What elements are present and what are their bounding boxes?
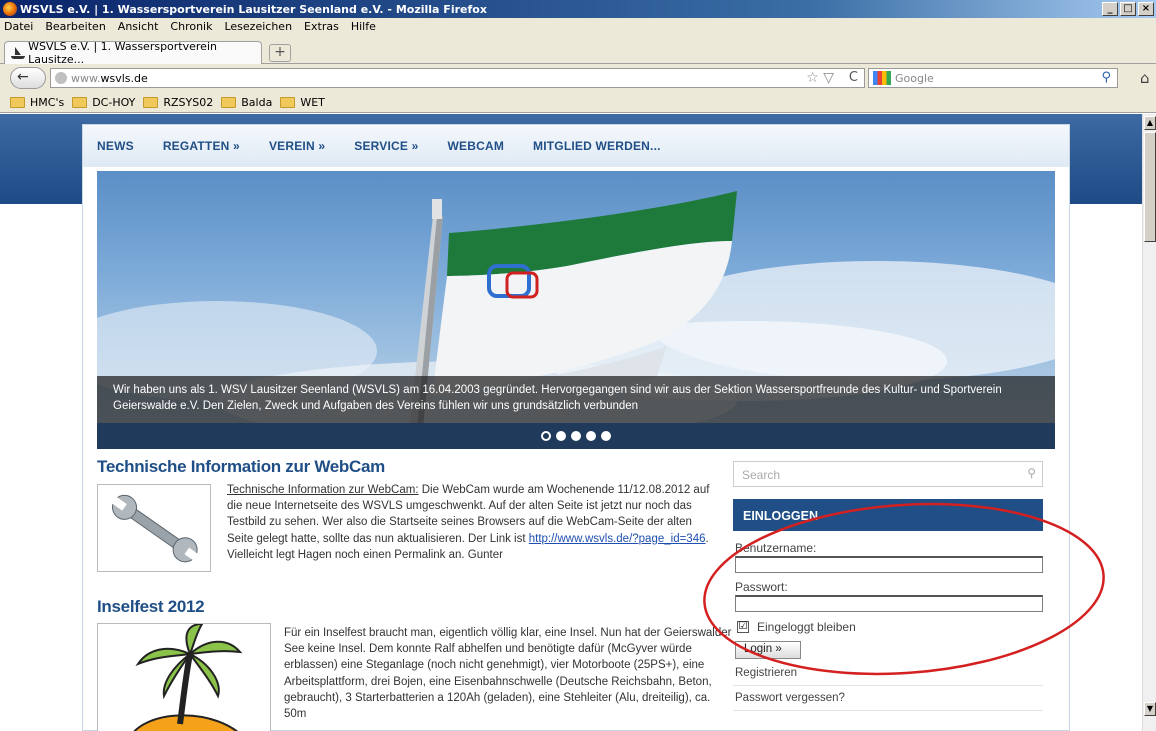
address-bar[interactable]: www. wsvls.de ☆ ▽ C [50,68,865,88]
divider [733,685,1043,686]
bookmark-label: DC-HOY [92,95,136,109]
menu-bearbeiten[interactable]: Bearbeiten [45,20,105,33]
window-controls: _ □ × [1102,2,1154,16]
navigation-toolbar: ← www. wsvls.de ☆ ▽ C Google ⚲ ⌂ [0,64,1156,92]
wrench-icon [110,494,201,563]
post-body: Technische Information zur WebCam: Die W… [227,482,717,563]
firefox-icon [3,2,17,16]
bookmark-dc-hoy[interactable]: DC-HOY [72,96,135,109]
sidebar-search-placeholder: Search [742,468,781,482]
site-menu-service[interactable]: SERVICE » [354,139,418,153]
back-button[interactable]: ← [10,67,46,89]
tab-wsvls[interactable]: WSVLS e.V. | 1. Wassersportverein Lausit… [4,40,262,66]
folder-icon [143,96,159,108]
minimize-button[interactable]: _ [1102,2,1118,16]
site-menu-webcam[interactable]: WEBCAM [448,139,505,153]
bookmark-wet[interactable]: WET [280,96,325,109]
menu-hilfe[interactable]: Hilfe [351,20,376,33]
bookmark-label: HMC's [30,95,65,109]
menu-ansicht[interactable]: Ansicht [118,20,159,33]
url-domain: wsvls.de [100,71,148,85]
username-label: Benutzername: [735,541,817,555]
username-field[interactable] [735,556,1043,573]
search-placeholder: Google [895,71,934,85]
maximize-button[interactable]: □ [1120,2,1136,16]
bookmark-label: WET [300,95,325,109]
slider-dot[interactable] [556,431,566,441]
bookmarks-toolbar: HMC's DC-HOY RZSYS02 Balda WET [0,92,1156,113]
wrench-thumbnail[interactable] [97,484,211,572]
slider-dot[interactable] [601,431,611,441]
bookmark-label: RZSYS02 [163,95,214,109]
bookmark-star-icon[interactable]: ☆ ▽ [806,70,834,86]
slider-dot[interactable] [586,431,596,441]
webcam-page-link[interactable]: http://www.wsvls.de/?page_id=346 [529,533,706,545]
search-icon[interactable]: ⚲ [1027,466,1036,480]
login-button[interactable]: Login » [735,641,801,659]
sidebar-search-input[interactable]: Search ⚲ [733,461,1043,487]
site-menu-mitglied[interactable]: MITGLIED WERDEN... [533,139,661,153]
register-link[interactable]: Registrieren [735,667,797,679]
url-prefix: www. [71,71,101,85]
home-icon[interactable]: ⌂ [1140,69,1150,87]
site-container: NEWS REGATTEN » VEREIN » SERVICE » WEBCA… [82,124,1070,731]
remember-label: Eingeloggt bleiben [757,620,856,634]
menu-datei[interactable]: Datei [4,20,33,33]
folder-icon [72,96,88,108]
bookmark-label: Balda [241,95,273,109]
password-field[interactable] [735,595,1043,612]
site-menu-news[interactable]: NEWS [97,139,134,153]
bookmark-balda[interactable]: Balda [221,96,272,109]
search-bar[interactable]: Google ⚲ [868,68,1118,88]
site-identity-icon[interactable] [55,72,67,84]
bookmark-rzsys02[interactable]: RZSYS02 [143,96,213,109]
tabbar: WSVLS e.V. | 1. Wassersportverein Lausit… [0,35,1156,66]
password-label: Passwort: [735,580,788,594]
post-webcam: Technische Information zur WebCam Techni [97,457,727,597]
scroll-down-button[interactable]: ▼ [1144,702,1156,716]
web-page[interactable]: NEWS REGATTEN » VEREIN » SERVICE » WEBCA… [0,114,1142,731]
palm-island-icon [133,622,243,731]
slider-dot[interactable] [541,431,551,441]
menu-chronik[interactable]: Chronik [170,20,212,33]
tab-label: WSVLS e.V. | 1. Wassersportverein Lausit… [28,40,217,66]
close-button[interactable]: × [1138,2,1154,16]
post-title[interactable]: Inselfest 2012 [97,597,727,617]
page-scrollbar[interactable]: ▲ ▼ [1142,114,1156,731]
scroll-up-button[interactable]: ▲ [1144,116,1156,130]
folder-icon [10,96,25,108]
window-titlebar[interactable]: WSVLS e.V. | 1. Wassersportverein Lausit… [0,0,1156,18]
site-menu: NEWS REGATTEN » VEREIN » SERVICE » WEBCA… [83,125,1069,167]
slider-dot[interactable] [571,431,581,441]
post-body: Für ein Inselfest braucht man, eigentlic… [284,627,732,721]
divider [733,710,1043,711]
forgot-password-link[interactable]: Passwort vergessen? [735,692,845,704]
search-icon[interactable]: ⚲ [1101,70,1111,85]
reload-icon[interactable]: C [849,70,858,85]
menu-lesezeichen[interactable]: Lesezeichen [224,20,292,33]
post-title[interactable]: Technische Information zur WebCam [97,457,727,477]
main-content: Technische Information zur WebCam Techni [97,457,731,731]
menu-extras[interactable]: Extras [304,20,339,33]
hero-caption: Wir haben uns als 1. WSV Lausitzer Seenl… [97,376,1055,423]
new-tab-button[interactable]: + [269,44,291,62]
post-inline-title-link[interactable]: Technische Information zur WebCam: [227,484,419,496]
folder-icon [280,96,296,108]
remember-checkbox[interactable]: ☑ [737,621,749,633]
slider-pagination [97,423,1055,449]
google-icon[interactable] [873,71,891,85]
bookmark-hmcs[interactable]: HMC's [10,96,64,109]
island-thumbnail[interactable] [97,622,271,731]
sailboat-icon [11,47,26,59]
site-menu-regatten[interactable]: REGATTEN » [163,139,240,153]
scroll-thumb[interactable] [1144,132,1156,242]
folder-icon [221,96,237,108]
post-inselfest: Inselfest 2012 Für ein Inselfest braucht… [97,597,731,731]
window-title: WSVLS e.V. | 1. Wassersportverein Lausit… [20,2,487,16]
hero-slider[interactable]: Wir haben uns als 1. WSV Lausitzer Seenl… [97,171,1055,449]
menubar: Datei Bearbeiten Ansicht Chronik Lesezei… [0,18,1156,35]
site-menu-verein[interactable]: VEREIN » [269,139,325,153]
login-widget-title: EINLOGGEN [733,499,1043,531]
